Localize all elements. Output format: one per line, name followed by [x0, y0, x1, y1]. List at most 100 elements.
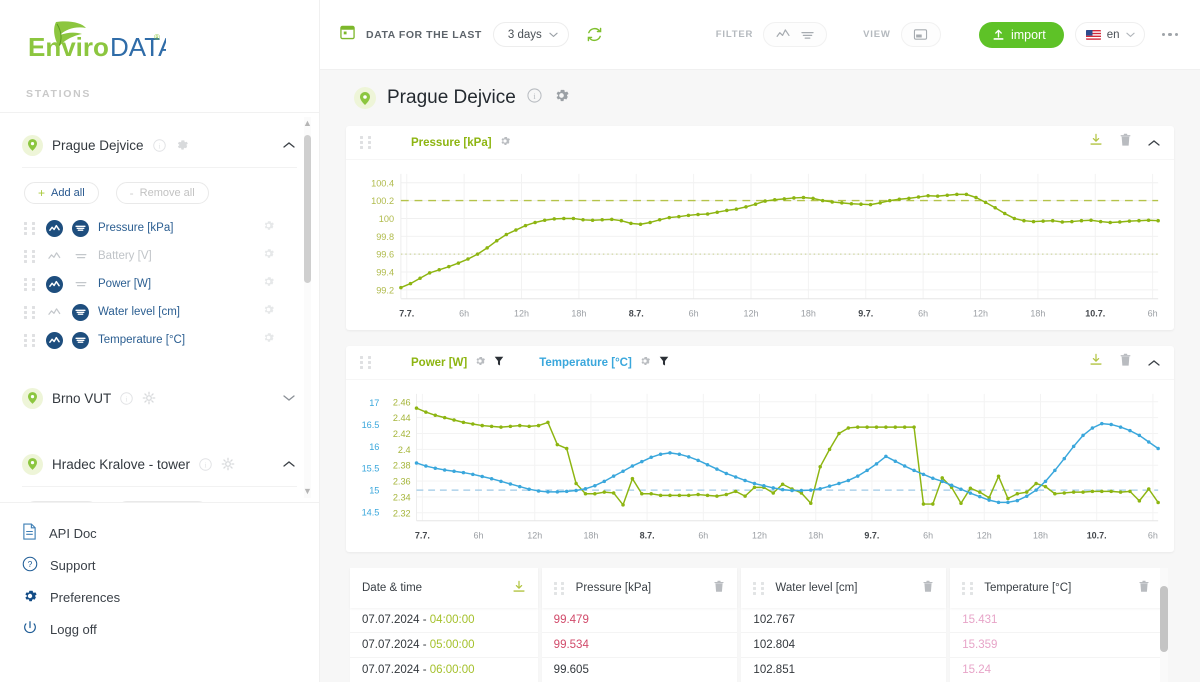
- chart-plot-pressure[interactable]: 100.4 100.2 100 99.8 99.6 99.4 99.2 7.7. 6h 12h 18…: [346, 160, 1174, 330]
- sidebar-station-prague-dejvice[interactable]: Prague Dejvice i: [0, 123, 319, 167]
- table-row[interactable]: 07.07.2024 - 05:00:00 99.534 102.804 15.359: [350, 633, 1162, 659]
- table-column-header-temperature[interactable]: Temperature [°C]: [950, 568, 1162, 609]
- nav-item-support[interactable]: ? Support: [22, 549, 319, 581]
- nav-item-preferences[interactable]: Preferences: [22, 581, 319, 613]
- gear-icon[interactable]: [639, 354, 651, 372]
- chart-toggle-icon[interactable]: [46, 275, 63, 293]
- time-range-select[interactable]: 3 days: [492, 22, 569, 47]
- question-circle-icon: ?: [22, 556, 38, 575]
- trash-icon[interactable]: [1119, 133, 1132, 152]
- drag-handle-icon[interactable]: [24, 249, 37, 263]
- location-pin-icon: [354, 87, 376, 109]
- chart-toggle-icon[interactable]: [46, 304, 63, 321]
- remove-all-button[interactable]: - Remove all: [115, 182, 209, 204]
- drag-handle-icon[interactable]: [360, 356, 373, 370]
- info-icon[interactable]: i: [120, 391, 134, 405]
- view-layout-icon[interactable]: [910, 24, 932, 46]
- table-toggle-icon[interactable]: [72, 276, 89, 293]
- pressure-value: 99.479: [553, 614, 589, 627]
- column-delete-button[interactable]: [1138, 580, 1150, 596]
- gear-icon[interactable]: [262, 275, 275, 293]
- gear-icon[interactable]: [221, 457, 235, 471]
- download-icon[interactable]: [1089, 133, 1103, 152]
- table-toggle-icon[interactable]: [72, 248, 89, 265]
- chart-plot-power-temperature[interactable]: 17 16.5 16 15.5 15 14.5 2.46 2.44 2.42 2.4 2.38 2.3…: [346, 380, 1174, 552]
- sidebar-scroll-down-icon[interactable]: ▼: [303, 487, 312, 496]
- chevron-up-icon[interactable]: [1148, 134, 1160, 152]
- column-delete-button[interactable]: [713, 580, 725, 596]
- station-expand-chevron-down-icon[interactable]: [283, 389, 295, 407]
- table-column-header-datetime[interactable]: Date & time: [350, 568, 538, 609]
- dot: [1161, 32, 1165, 37]
- add-all-button[interactable]: + Add all: [24, 182, 99, 204]
- gear-icon[interactable]: [553, 87, 570, 109]
- chevron-up-icon[interactable]: [1148, 354, 1160, 372]
- table-scrollbar-thumb[interactable]: [1160, 586, 1168, 653]
- language-select[interactable]: en: [1074, 22, 1145, 47]
- filter-table-icon[interactable]: [796, 24, 818, 46]
- table-toggle-icon[interactable]: [72, 331, 89, 349]
- trash-icon[interactable]: [1119, 353, 1132, 372]
- chart-toggle-icon[interactable]: [46, 331, 63, 349]
- chart-toggle-icon[interactable]: [46, 248, 63, 265]
- app-root: Enviro DATA ® STATIONS ▲ ▼ Prague Dejvic…: [0, 0, 1200, 682]
- drag-handle-icon[interactable]: [753, 581, 766, 595]
- info-icon[interactable]: i: [152, 138, 166, 152]
- gear-icon[interactable]: [262, 219, 275, 237]
- table-row[interactable]: 07.07.2024 - 06:00:00 99.605 102.851 15.24: [350, 658, 1162, 682]
- filter-chart-icon[interactable]: [772, 24, 794, 46]
- gear-icon[interactable]: [262, 331, 275, 349]
- export-button[interactable]: [512, 580, 526, 597]
- variable-row[interactable]: Battery [V]: [0, 242, 319, 270]
- location-pin-icon: [22, 134, 43, 156]
- y-axis-toggle-icon[interactable]: [658, 354, 670, 372]
- info-icon[interactable]: i: [199, 457, 212, 471]
- station-collapse-chevron-up-icon[interactable]: [283, 455, 295, 473]
- drag-handle-icon[interactable]: [24, 333, 37, 347]
- add-all-button[interactable]: + Add all: [24, 501, 99, 502]
- drag-handle-icon[interactable]: [553, 581, 567, 595]
- station-collapse-chevron-up-icon[interactable]: [283, 136, 295, 154]
- gear-icon[interactable]: [262, 247, 275, 265]
- table-row[interactable]: 07.07.2024 - 04:00:00 99.479 102.767 15.431: [350, 608, 1162, 634]
- gear-icon[interactable]: [474, 354, 486, 372]
- svg-text:10.7.: 10.7.: [1085, 308, 1105, 318]
- variable-row[interactable]: Pressure [kPa]: [0, 214, 319, 242]
- table-toggle-icon[interactable]: [72, 219, 89, 237]
- chart-toggle-icon[interactable]: [46, 219, 63, 237]
- drag-handle-icon[interactable]: [24, 305, 37, 319]
- sidebar-station-brno-vut[interactable]: Brno VUT i: [0, 376, 319, 420]
- column-delete-button[interactable]: [922, 580, 934, 596]
- stations-section-label: STATIONS: [26, 88, 92, 100]
- table-column-header-pressure[interactable]: Pressure [kPa]: [541, 568, 738, 609]
- table-column-header-water_level[interactable]: Water level [cm]: [741, 568, 947, 609]
- sidebar-station-hradec-kralove-tower[interactable]: Hradec Kralove - tower i: [0, 442, 319, 486]
- gear-icon[interactable]: [175, 138, 189, 152]
- import-button[interactable]: import: [978, 21, 1064, 48]
- gear-icon[interactable]: [499, 134, 511, 152]
- variable-row[interactable]: Temperature [°C]: [0, 326, 319, 354]
- cell-date: 07.07.2024 -: [362, 639, 430, 652]
- nav-item-api-doc[interactable]: API Doc: [22, 517, 319, 549]
- drag-handle-icon[interactable]: [360, 136, 373, 149]
- nav-item-logoff[interactable]: Logg off: [22, 613, 319, 645]
- drag-handle-icon[interactable]: [962, 581, 975, 595]
- refresh-button[interactable]: [585, 25, 604, 44]
- download-icon[interactable]: [1089, 353, 1103, 372]
- gear-icon[interactable]: [142, 391, 156, 405]
- page-title: Prague Dejvice i: [346, 70, 1174, 126]
- y-axis-toggle-icon[interactable]: [493, 354, 505, 372]
- variable-row[interactable]: Power [W]: [0, 270, 319, 298]
- logo[interactable]: Enviro DATA ®: [0, 0, 319, 72]
- remove-all-button[interactable]: - Remove all: [115, 501, 209, 502]
- drag-handle-icon[interactable]: [24, 277, 37, 291]
- variable-row[interactable]: Water level [cm]: [0, 298, 319, 326]
- info-icon[interactable]: i: [527, 88, 542, 108]
- drag-handle-icon[interactable]: [24, 221, 37, 235]
- table-toggle-icon[interactable]: [72, 303, 89, 321]
- dot: [24, 221, 27, 225]
- gear-icon[interactable]: [262, 303, 275, 321]
- svg-text:100.2: 100.2: [371, 196, 394, 206]
- nav-label: Preferences: [50, 589, 121, 605]
- more-options-button[interactable]: [1156, 27, 1185, 43]
